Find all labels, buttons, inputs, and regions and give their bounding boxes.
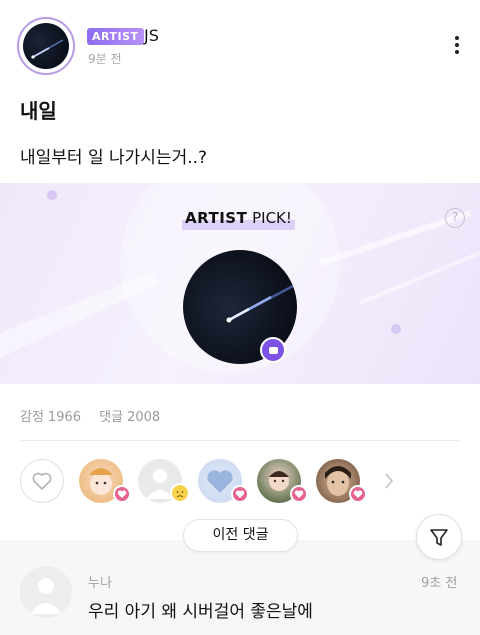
reaction-stat: 감정 1966: [20, 410, 82, 425]
like-button[interactable]: [20, 459, 64, 503]
filter-funnel-icon: [430, 529, 448, 546]
author-name[interactable]: JS: [144, 26, 159, 45]
help-icon[interactable]: ?: [445, 208, 465, 228]
comment-author[interactable]: 누나: [88, 572, 112, 591]
heart-badge-icon: [349, 485, 367, 503]
heart-badge-icon: [113, 485, 131, 503]
artist-pick-title: ARTIST PICK!: [182, 208, 295, 230]
comment-text: 우리 아기 왜 시버걸어 좋은날에: [88, 602, 313, 622]
sad-face-icon: [170, 483, 190, 503]
more-options-icon[interactable]: [450, 36, 464, 56]
chevron-right-icon[interactable]: [383, 471, 395, 491]
chat-bubble-icon[interactable]: [260, 337, 286, 363]
post-body: 내일부터 일 나가시는거..?: [20, 148, 208, 168]
filter-button[interactable]: [416, 514, 462, 560]
heart-badge-icon: [290, 485, 308, 503]
previous-comments-button[interactable]: 이전 댓글: [183, 519, 298, 552]
heart-outline-icon: [32, 472, 51, 490]
heart-badge-icon: [231, 485, 249, 503]
comment-stat: 댓글 2008: [99, 410, 161, 425]
commenter-avatar[interactable]: [20, 566, 72, 618]
shooting-star-image: [23, 23, 69, 69]
post-stats: 감정 1966 댓글 2008: [20, 406, 174, 425]
post-timestamp: 9분 전: [88, 52, 122, 66]
comment-timestamp: 9초 전: [421, 576, 458, 591]
divider: [20, 440, 460, 441]
post-title: 내일: [20, 99, 57, 123]
artist-badge: ARTIST: [87, 28, 144, 45]
author-avatar[interactable]: [17, 17, 75, 75]
